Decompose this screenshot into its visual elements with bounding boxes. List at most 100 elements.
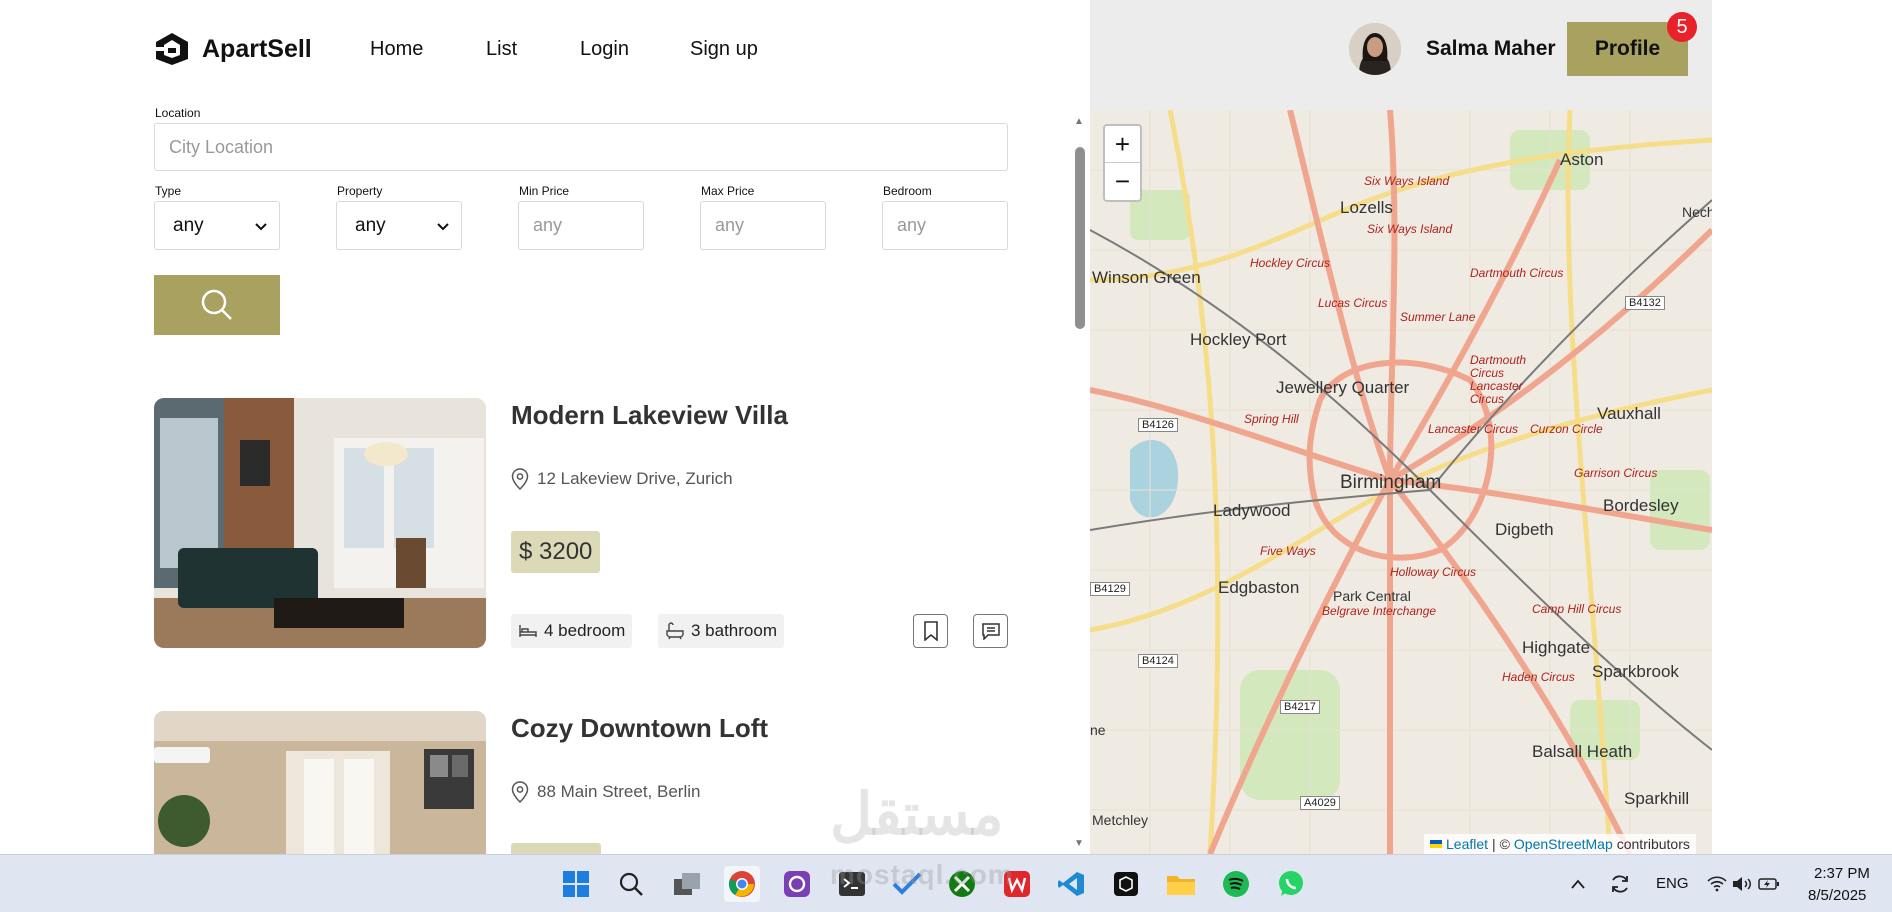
spotify-icon[interactable] [1218, 866, 1254, 902]
map-attribution: Leaflet | © OpenStreetMap contributors [1424, 834, 1696, 854]
map[interactable]: Aston Lozells Winson Green Hockley Port … [1090, 110, 1712, 854]
min-price-label: Min Price [519, 184, 570, 198]
location-input[interactable]: City Location [154, 123, 1008, 171]
whatsapp-icon[interactable] [1273, 866, 1309, 902]
map-circus-label: Camp Hill Circus [1532, 602, 1622, 616]
search-icon[interactable] [613, 866, 649, 902]
map-label: Balsall Heath [1532, 742, 1633, 761]
max-price-input[interactable]: any [700, 201, 826, 250]
type-select-value: any [173, 214, 204, 236]
clock-date[interactable]: 8/5/2025 [1808, 887, 1866, 904]
bedroom-count: 4 bedroom [544, 621, 626, 640]
map-circus-label: Haden Circus [1502, 670, 1575, 684]
map-label: Nech [1682, 204, 1712, 220]
listing-address: 12 Lakeview Drive, Zurich [511, 468, 733, 490]
zoom-out-button[interactable]: − [1105, 163, 1140, 200]
map-circus-label: Garrison Circus [1574, 466, 1658, 480]
sync-icon[interactable] [1606, 866, 1634, 902]
map-label: Hockley Port [1190, 330, 1287, 349]
map-label: Ladywood [1213, 501, 1291, 520]
bathroom-count: 3 bathroom [691, 621, 777, 640]
zoom-in-button[interactable]: + [1105, 126, 1140, 163]
scroll-up-arrow[interactable]: ▲ [1074, 116, 1084, 127]
avatar[interactable] [1349, 23, 1401, 75]
windows-start-icon[interactable] [558, 866, 594, 902]
listing-address-text: 12 Lakeview Drive, Zurich [537, 469, 733, 488]
location-pin-icon [511, 781, 529, 803]
map-circus-label: Lancaster Circus [1428, 422, 1519, 436]
search-button[interactable] [154, 275, 280, 335]
scroll-down-arrow[interactable]: ▼ [1074, 838, 1084, 849]
wifi-icon[interactable] [1705, 866, 1729, 902]
map-label: Lozells [1340, 198, 1393, 217]
property-label: Property [337, 184, 383, 198]
type-select[interactable]: any [154, 201, 280, 250]
chrome-icon[interactable] [724, 866, 760, 902]
map-label: Jewellery Quarter [1276, 378, 1410, 397]
map-label: Metchley [1092, 812, 1149, 828]
map-circus-label: Dartmouth Circus [1470, 266, 1564, 280]
location-label: Location [155, 106, 201, 120]
listing-title[interactable]: Modern Lakeview Villa [511, 400, 788, 431]
min-price-input[interactable]: any [518, 201, 644, 250]
nav-list[interactable]: List [486, 38, 517, 61]
nav-home[interactable]: Home [370, 38, 423, 61]
map-circus-label: Summer Lane [1400, 310, 1476, 324]
osm-link[interactable]: OpenStreetMap [1514, 836, 1613, 852]
bathroom-chip: 3 bathroom [658, 614, 784, 648]
bookmark-icon [923, 621, 938, 641]
avatar-image [1349, 23, 1401, 75]
nav-signup[interactable]: Sign up [690, 38, 758, 61]
road-shield: B4126 [1138, 418, 1178, 432]
leaflet-link[interactable]: Leaflet [1446, 836, 1488, 852]
scrollbar-thumb[interactable] [1075, 147, 1085, 329]
chevron-down-icon [437, 215, 449, 237]
map-label: Highgate [1522, 638, 1591, 657]
clock-time[interactable]: 2:37 PM [1814, 865, 1870, 882]
map-label: Sparkbrook [1592, 662, 1679, 681]
property-select[interactable]: any [336, 201, 462, 250]
map-label: ne [1090, 722, 1106, 738]
box-app-icon[interactable] [1108, 866, 1144, 902]
app-icon[interactable] [779, 866, 815, 902]
location-pin-icon [511, 468, 529, 490]
taskbar: mostaql.com ENG 2:37 PM 8/5/2025 [0, 854, 1892, 912]
file-explorer-icon[interactable] [1163, 866, 1199, 902]
app-name: ApartSell [202, 34, 312, 63]
bath-icon [666, 622, 684, 640]
chat-button[interactable] [973, 614, 1008, 648]
listing-image[interactable] [154, 711, 486, 854]
map-circus-label: Lucas Circus [1318, 296, 1388, 310]
volume-icon[interactable] [1730, 866, 1754, 902]
map-label: Aston [1560, 150, 1604, 169]
battery-icon[interactable] [1756, 866, 1782, 902]
user-name: Salma Maher [1426, 37, 1556, 60]
vscode-icon[interactable] [1053, 866, 1089, 902]
bedroom-input[interactable]: any [882, 201, 1008, 250]
chevron-up-icon[interactable] [1566, 866, 1590, 902]
map-label: Winson Green [1092, 268, 1201, 287]
map-label: Sparkhill [1624, 789, 1690, 808]
listing-address: 88 Main Street, Berlin [511, 781, 700, 803]
search-icon [201, 289, 232, 320]
language-indicator[interactable]: ENG [1656, 875, 1689, 892]
listing-price: $ 3200 [511, 531, 601, 573]
notification-badge: 5 [1667, 12, 1697, 42]
listing-image[interactable] [154, 398, 486, 648]
road-shield: B4129 [1090, 582, 1130, 596]
bookmark-button[interactable] [913, 614, 948, 648]
chat-icon [981, 623, 1000, 640]
type-label: Type [155, 184, 182, 198]
map-circus-label: Five Ways [1260, 544, 1316, 558]
map-circus-label: Curzon Circle [1530, 422, 1603, 436]
user-menu[interactable]: Salma Maher [1349, 23, 1556, 75]
ukraine-flag-icon [1430, 840, 1442, 848]
loft-photo [154, 711, 486, 854]
task-view-icon[interactable] [669, 866, 705, 902]
nav-login[interactable]: Login [580, 38, 629, 61]
listing-title[interactable]: Cozy Downtown Loft [511, 713, 768, 744]
map-circus-label: Six Ways Island [1364, 174, 1450, 188]
property-select-value: any [355, 214, 386, 236]
map-label: Vauxhall [1597, 404, 1661, 423]
app-logo[interactable]: ApartSell [154, 31, 312, 67]
